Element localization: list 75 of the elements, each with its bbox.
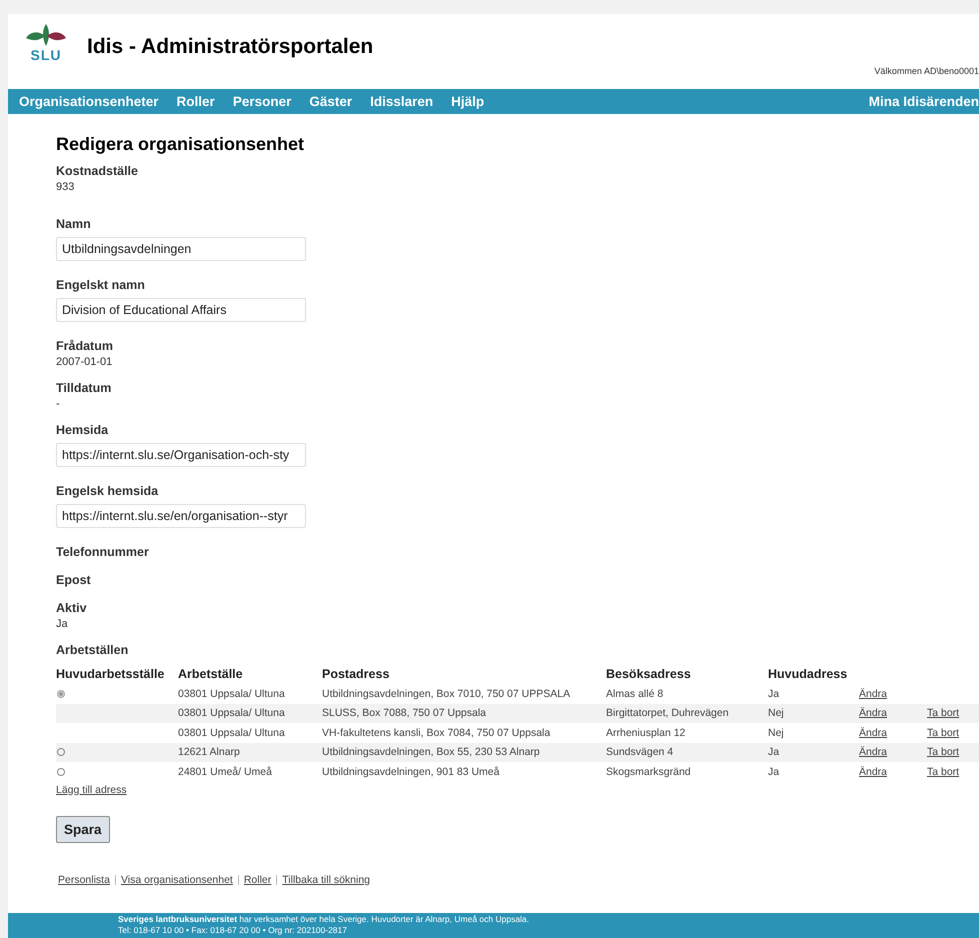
footer-link[interactable]: Visa organisationsenhet (120, 874, 233, 886)
table-cell: Arrheniusplan 12 (606, 726, 686, 739)
footer-text: Tel: 018-67 10 00 • Fax: 018-67 20 00 • Org nr: 202100-2817 (118, 925, 348, 936)
field-label: Namn (56, 216, 92, 233)
nav-link[interactable]: Hjälp (451, 94, 484, 109)
table-cell: Nej (768, 707, 784, 720)
table-cell: 12621 Alnarp (178, 746, 240, 758)
footer-link[interactable]: Tillbaka till sökning (282, 874, 370, 886)
table-cell: Sundsvägen 4 (606, 746, 674, 758)
table-cell: Almas allé 8 (606, 688, 664, 700)
delete-link[interactable]: Ta bort (927, 766, 960, 778)
field-value: 933 (56, 180, 76, 194)
column-header: Arbetställe (178, 666, 244, 683)
table-cell: Skogsmarksgränd (606, 766, 691, 778)
field-label: Telefonnummer (56, 544, 150, 561)
footer-text: Sveriges lantbruksuniversitet har verksamhet över hela Sverige. Huvudorter är Alnarp, Umeå och Uppsala. (118, 914, 530, 925)
section-label: Arbetställen (56, 642, 130, 659)
nav-link[interactable]: Personer (232, 94, 292, 109)
field-label: Engelskt namn (56, 277, 146, 294)
field-value: - (56, 397, 61, 411)
nav-link[interactable]: Organisationsenheter (19, 94, 159, 109)
welcome-text: Välkommen AD\beno0001 (874, 66, 979, 76)
table-cell: 03801 Uppsala/ Ultuna (178, 726, 285, 739)
field-value: Ja (56, 617, 69, 631)
nav-link[interactable]: Mina Idisärenden (868, 94, 979, 109)
table-cell: Utbildningsavdelningen, 901 83 Umeå (322, 766, 500, 778)
table-cell: Nej (768, 726, 784, 739)
table-cell: Ja (768, 688, 780, 700)
field-label: Tilldatum (56, 380, 112, 397)
delete-link[interactable]: Ta bort (927, 726, 960, 739)
table-cell: SLUSS, Box 7088, 750 07 Uppsala (322, 707, 486, 720)
table-cell: Ja (768, 746, 780, 758)
table-cell: Utbildningsavdelningen, Box 7010, 750 07 UPPSALA (322, 688, 570, 700)
edit-link[interactable]: Ändra (859, 688, 888, 700)
table-cell: 03801 Uppsala/ Ultuna (178, 688, 285, 700)
save-button[interactable]: Spara (56, 816, 110, 842)
field-value: 2007-01-01 (56, 355, 114, 369)
delete-link[interactable]: Ta bort (927, 746, 960, 758)
table-cell: Utbildningsavdelningen, Box 55, 230 53 Alnarp (322, 746, 540, 758)
column-header: Huvudadress (768, 666, 848, 683)
table-cell: Birgittatorpet, Duhrevägen (606, 707, 729, 720)
edit-link[interactable]: Ändra (859, 766, 888, 778)
field-label: Engelsk hemsida (56, 483, 160, 500)
logo: SLU (25, 24, 67, 62)
field-label: Epost (56, 572, 92, 589)
column-header: Besöksadress (606, 666, 692, 683)
field-label: Aktiv (56, 600, 88, 617)
site-title: Idis - Administratörsportalen (87, 35, 374, 59)
nav-link[interactable]: Roller (176, 94, 215, 109)
radio-button[interactable] (57, 690, 65, 698)
page-heading: Redigera organisationsenhet (56, 134, 306, 155)
radio-button[interactable] (57, 748, 65, 756)
text-field[interactable]: https://internt.slu.se/en/organisation--styr (56, 504, 306, 528)
edit-link[interactable]: Ändra (859, 707, 888, 720)
column-header: Postadress (322, 666, 390, 683)
add-address-link[interactable]: Lägg till adress (56, 784, 127, 796)
footer-link[interactable]: Roller (244, 874, 272, 886)
text-field[interactable]: https://internt.slu.se/Organisation-och-sty (56, 443, 306, 467)
nav-link[interactable]: Idisslaren (370, 94, 434, 109)
nav-link[interactable]: Gäster (309, 94, 352, 109)
table-cell: Ja (768, 766, 780, 778)
text-field[interactable]: Utbildningsavdelningen (56, 237, 306, 261)
table-cell: 03801 Uppsala/ Ultuna (178, 707, 285, 720)
field-label: Frådatum (56, 338, 114, 355)
edit-link[interactable]: Ändra (859, 746, 888, 758)
text-field[interactable]: Division of Educational Affairs (56, 298, 306, 322)
field-label: Hemsida (56, 422, 110, 439)
radio-button[interactable] (57, 768, 65, 776)
footer-link[interactable]: Personlista (58, 874, 110, 886)
delete-link[interactable]: Ta bort (927, 707, 960, 720)
edit-link[interactable]: Ändra (859, 726, 888, 739)
field-label: Kostnadställe (56, 163, 139, 180)
table-cell: VH-fakultetens kansli, Box 7084, 750 07 Uppsala (322, 726, 550, 739)
column-header: Huvudarbetsställe (56, 666, 166, 683)
table-cell: 24801 Umeå/ Umeå (178, 766, 272, 778)
